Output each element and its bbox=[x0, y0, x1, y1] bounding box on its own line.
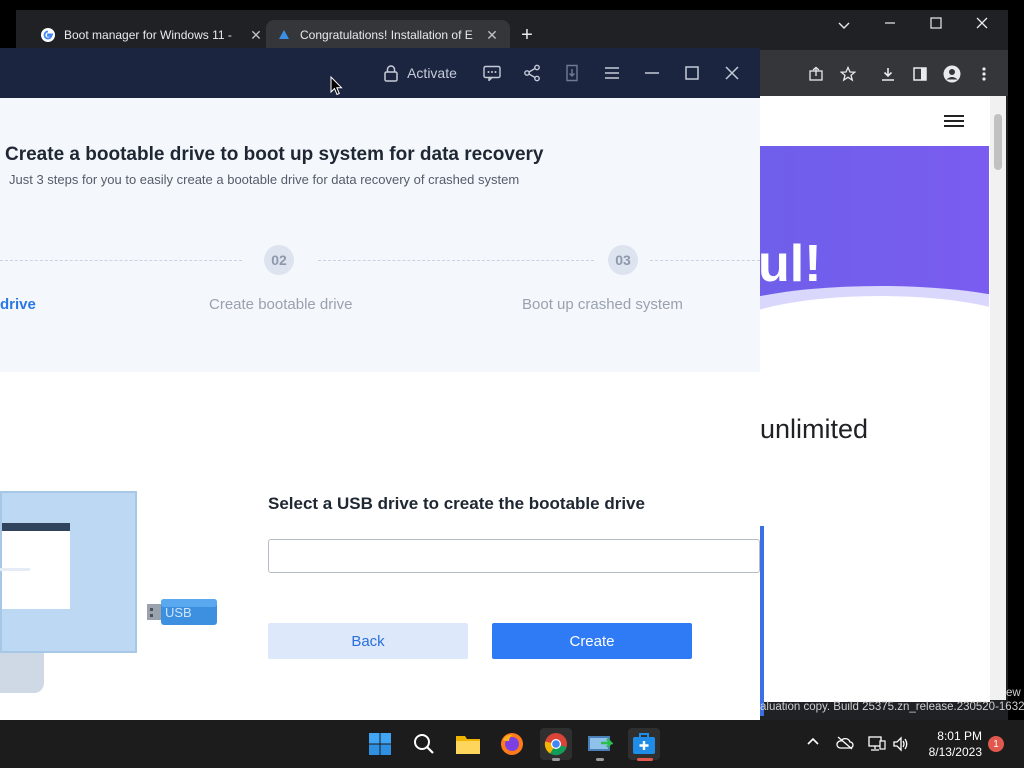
monitor-line-illustration bbox=[0, 568, 30, 571]
chrome-running-indicator bbox=[552, 758, 560, 761]
taskbar-clock[interactable]: 8:01 PM 8/13/2023 bbox=[918, 728, 982, 760]
hero-banner: ul! bbox=[760, 146, 989, 326]
app-minimize-button[interactable] bbox=[642, 62, 662, 84]
windows-watermark-edge: ew bbox=[1006, 687, 1021, 699]
activate-label: Activate bbox=[407, 65, 457, 81]
bookmark-star-icon[interactable] bbox=[837, 63, 859, 85]
chrome-menu-icon[interactable] bbox=[973, 63, 995, 85]
page-scrollbar[interactable] bbox=[990, 96, 1006, 700]
usb-label: USB bbox=[165, 605, 192, 620]
monitor-stand-illustration bbox=[0, 653, 44, 693]
app-close-button[interactable] bbox=[722, 62, 742, 84]
usb-select-label: Select a USB drive to create the bootabl… bbox=[268, 494, 645, 513]
mouse-cursor-icon bbox=[330, 76, 343, 96]
downloads-icon[interactable] bbox=[877, 63, 899, 85]
clock-date: 8/13/2023 bbox=[928, 745, 982, 759]
create-button[interactable]: Create bbox=[492, 623, 692, 659]
clock-time: 8:01 PM bbox=[937, 729, 982, 743]
chrome-tab-congratulations[interactable]: Congratulations! Installation of E ✕ bbox=[266, 20, 510, 50]
chrome-tab-title: Congratulations! Installation of E bbox=[300, 28, 473, 42]
firefox-icon[interactable] bbox=[496, 728, 528, 760]
chrome-tab-boot-manager[interactable]: Boot manager for Windows 11 - ✕ bbox=[30, 20, 274, 50]
step-connector bbox=[0, 260, 242, 261]
recovery-app-running-indicator bbox=[637, 758, 653, 761]
feedback-icon[interactable] bbox=[482, 62, 502, 84]
chrome-close-button[interactable] bbox=[972, 16, 992, 34]
start-icon[interactable] bbox=[364, 728, 396, 760]
page-body-text: unlimited bbox=[760, 414, 869, 444]
step-connector bbox=[650, 260, 760, 261]
chrome-maximize-button[interactable] bbox=[926, 16, 946, 34]
google-icon bbox=[41, 28, 55, 42]
chrome-tab-title: Boot manager for Windows 11 - bbox=[64, 28, 232, 42]
step-label-create-bootable: Create bootable drive bbox=[209, 296, 353, 313]
chrome-icon[interactable] bbox=[540, 728, 572, 760]
file-explorer-icon[interactable] bbox=[452, 728, 484, 760]
step-label-boot-up: Boot up crashed system bbox=[522, 296, 683, 313]
back-button[interactable]: Back bbox=[268, 623, 468, 659]
download-update-icon[interactable] bbox=[562, 62, 582, 84]
windows-watermark: aluation copy. Build 25375.zn_release.23… bbox=[760, 701, 1024, 713]
monitor-illustration bbox=[0, 491, 137, 653]
chrome-tab-close-icon[interactable]: ✕ bbox=[484, 27, 500, 44]
tray-overflow-chevron-icon[interactable] bbox=[806, 734, 820, 751]
web-page: ul! unlimited bbox=[744, 96, 990, 716]
scrollbar-thumb[interactable] bbox=[994, 114, 1002, 170]
activate-button[interactable]: Activate bbox=[378, 62, 462, 84]
usb-drive-icon: USB bbox=[147, 599, 217, 625]
new-tab-button[interactable]: + bbox=[516, 24, 538, 47]
network-app-icon[interactable] bbox=[584, 728, 616, 760]
notification-badge[interactable]: 1 bbox=[988, 736, 1004, 752]
profile-avatar-icon[interactable] bbox=[941, 63, 963, 85]
page-subtitle: Just 3 steps for you to easily create a … bbox=[9, 172, 520, 187]
app-header-panel bbox=[0, 98, 760, 372]
page-blue-block bbox=[760, 526, 764, 716]
share-icon[interactable] bbox=[522, 62, 542, 84]
app-menu-icon[interactable] bbox=[602, 62, 622, 84]
step-label-select-drive: drive bbox=[0, 296, 36, 313]
page-title: Create a bootable drive to boot up syste… bbox=[5, 144, 544, 165]
step-number-02: 02 bbox=[264, 245, 294, 275]
network-app-running-indicator bbox=[596, 758, 604, 761]
app-maximize-button[interactable] bbox=[682, 62, 702, 84]
onedrive-icon[interactable] bbox=[836, 736, 854, 753]
volume-icon[interactable] bbox=[892, 736, 910, 755]
side-panel-icon[interactable] bbox=[909, 63, 931, 85]
site-menu-icon[interactable] bbox=[944, 115, 964, 130]
chrome-minimize-button[interactable] bbox=[880, 16, 900, 34]
monitor-screen-illustration bbox=[2, 523, 70, 609]
tab-search-chevron-icon[interactable] bbox=[834, 18, 854, 36]
lock-icon bbox=[384, 65, 398, 82]
step-number-03: 03 bbox=[608, 245, 638, 275]
search-icon[interactable] bbox=[408, 728, 440, 760]
easeus-favicon-icon bbox=[279, 30, 289, 39]
network-status-icon[interactable] bbox=[868, 736, 886, 755]
chrome-tab-close-icon[interactable]: ✕ bbox=[248, 27, 264, 44]
recovery-app-icon[interactable] bbox=[628, 728, 660, 760]
usb-drive-select[interactable] bbox=[268, 539, 760, 573]
hero-heading: ul! bbox=[760, 235, 822, 293]
step-connector bbox=[318, 260, 594, 261]
share-page-icon[interactable] bbox=[805, 63, 827, 85]
